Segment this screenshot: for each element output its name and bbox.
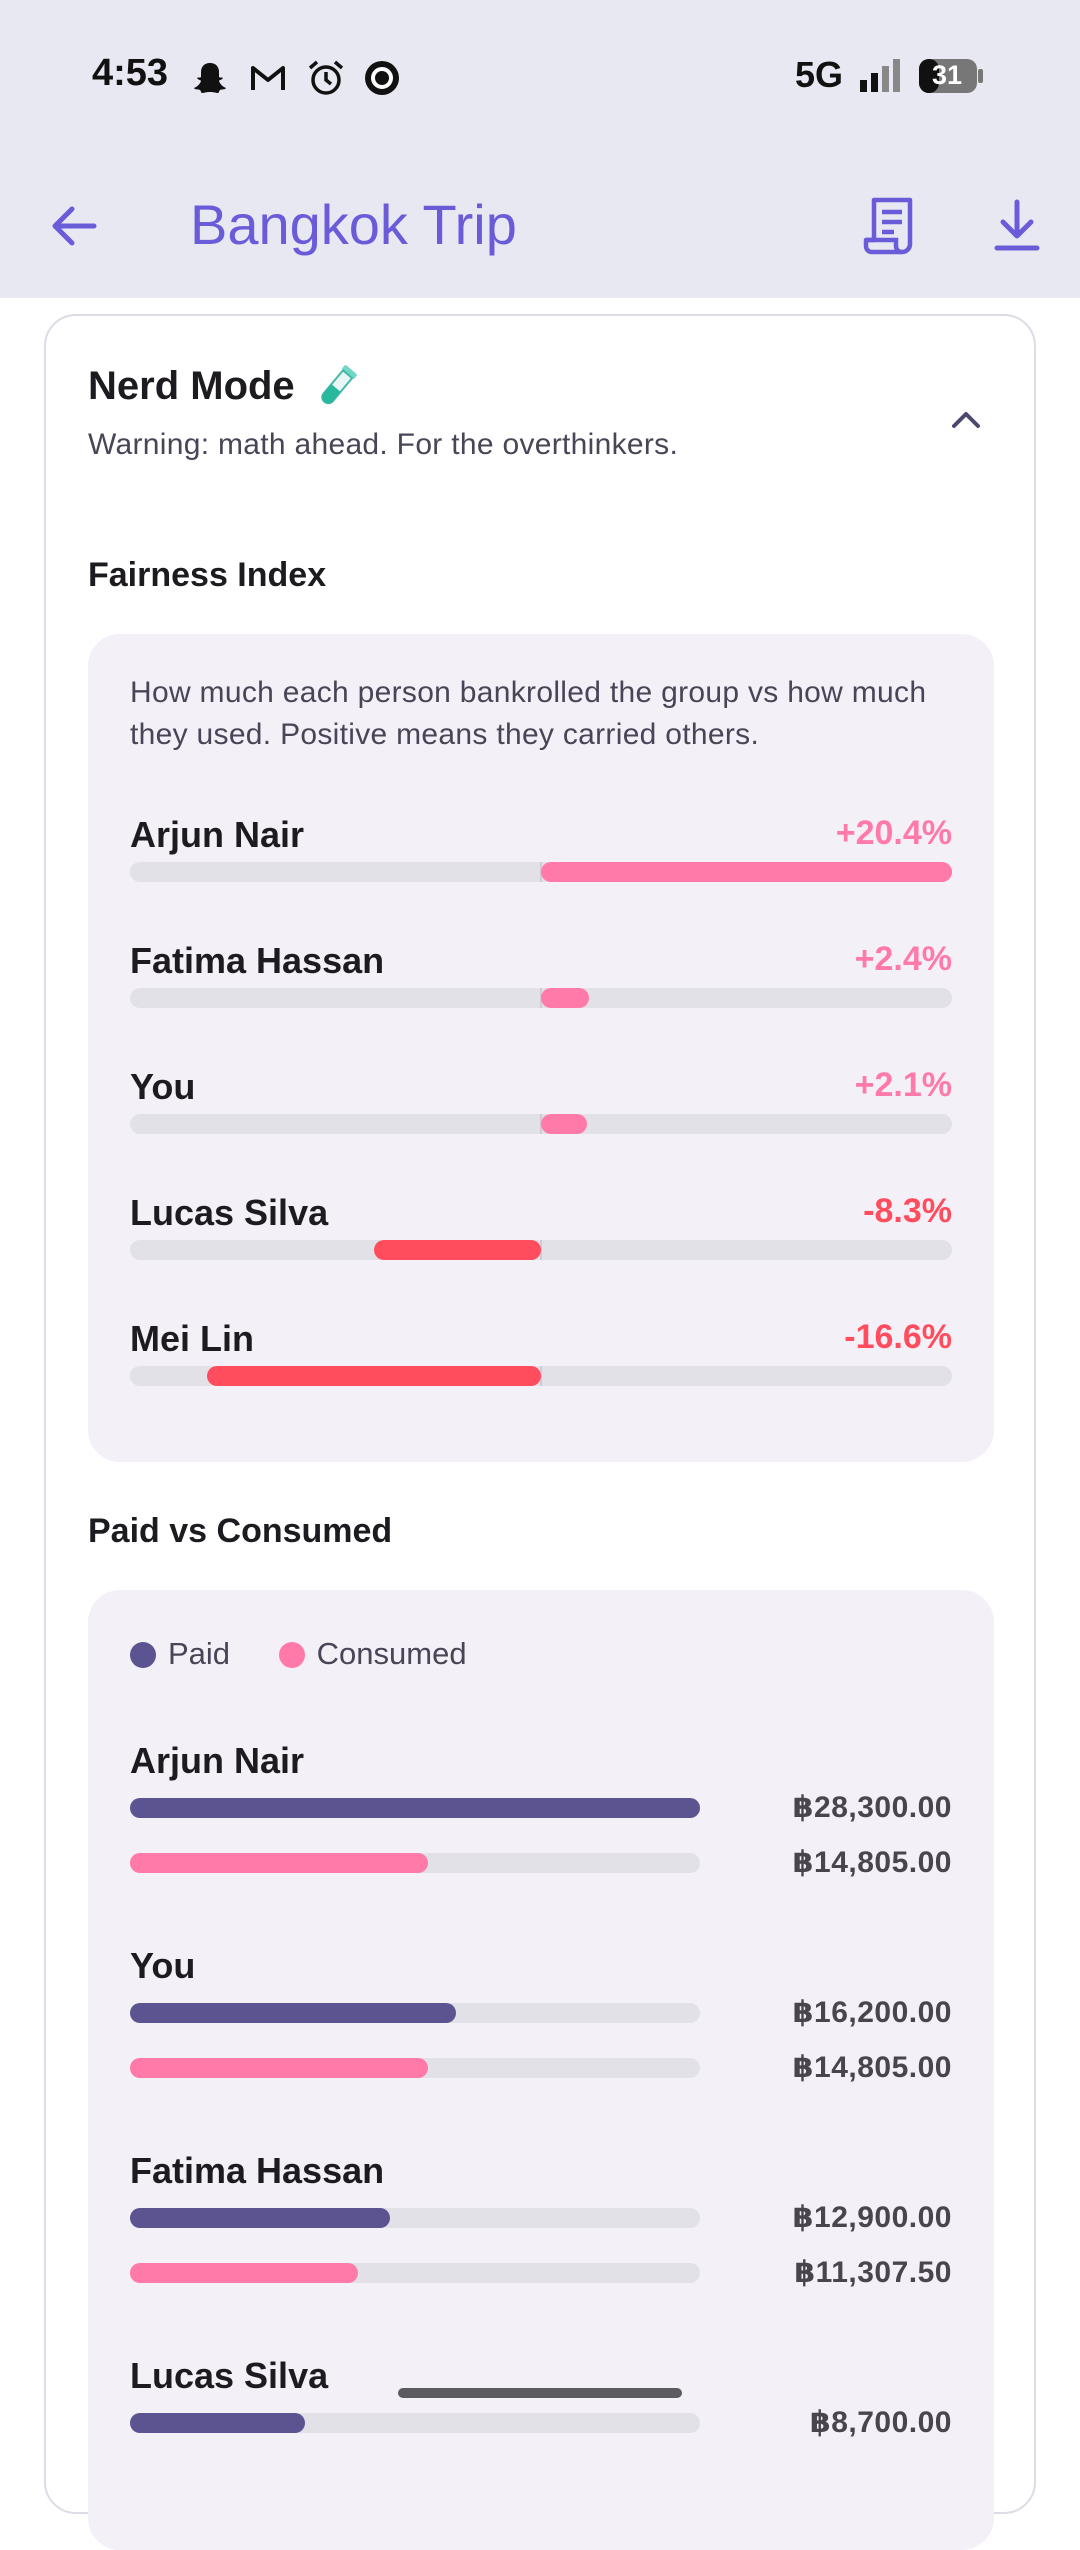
chevron-up-icon[interactable] bbox=[942, 396, 990, 444]
fairness-person-name: Mei Lin bbox=[130, 1318, 254, 1359]
consumed-bar bbox=[130, 1853, 429, 1873]
fairness-percent: +2.1% bbox=[854, 1066, 952, 1104]
fairness-percent: -16.6% bbox=[844, 1318, 952, 1356]
fairness-bar-fill bbox=[541, 862, 952, 882]
download-icon[interactable] bbox=[985, 194, 1049, 258]
status-bar: 4:53 5G 31 bbox=[0, 0, 1080, 150]
paid-bar-track bbox=[130, 2003, 700, 2023]
fairness-person-name: Arjun Nair bbox=[130, 814, 305, 855]
paid-bar bbox=[130, 1798, 700, 1818]
fairness-bar-track bbox=[130, 1240, 952, 1260]
receipt-icon[interactable] bbox=[860, 194, 924, 258]
paid-consumed-row: Arjun Nair ฿28,300.00 ฿14,805.00 bbox=[130, 1740, 952, 1930]
legend-consumed: Consumed bbox=[278, 1636, 467, 1672]
fairness-row: Mei Lin -16.6% bbox=[130, 1318, 952, 1428]
fairness-index-panel: How much each person bankrolled the grou… bbox=[88, 634, 994, 1462]
paid-bar-track bbox=[130, 2208, 700, 2228]
test-tube-icon bbox=[321, 365, 357, 405]
paid-amount: ฿12,900.00 bbox=[792, 2201, 952, 2234]
fairness-percent: +20.4% bbox=[835, 814, 952, 852]
paid-vs-consumed-panel: Paid Consumed Arjun Nair ฿28,300.00 ฿14,80… bbox=[88, 1590, 994, 2550]
battery-level: 31 bbox=[932, 60, 963, 90]
network-type: 5G bbox=[795, 54, 844, 95]
home-indicator[interactable] bbox=[398, 2388, 682, 2398]
paid-amount: ฿8,700.00 bbox=[809, 2406, 952, 2439]
consumed-bar-track bbox=[130, 2263, 700, 2283]
legend-paid: Paid bbox=[130, 1636, 230, 1672]
paid-amount: ฿28,300.00 bbox=[792, 1791, 952, 1824]
fairness-index-title: Fairness Index bbox=[88, 556, 327, 594]
nerd-mode-title: Nerd Mode bbox=[88, 364, 295, 408]
snapchat-icon bbox=[194, 63, 226, 93]
alarm-icon bbox=[308, 60, 344, 95]
fairness-person-name: Fatima Hassan bbox=[130, 940, 385, 981]
consumed-amount: ฿14,805.00 bbox=[792, 2051, 952, 2084]
paid-dot-icon bbox=[130, 1642, 156, 1668]
paid-bar bbox=[130, 2003, 457, 2023]
gmail-icon bbox=[251, 66, 285, 90]
fairness-bar-fill bbox=[541, 988, 590, 1008]
chart-legend: Paid Consumed bbox=[130, 1636, 507, 1676]
signal-icon bbox=[860, 59, 900, 92]
nerd-mode-card: Nerd Mode Warning: math ahead. For the o… bbox=[44, 314, 1036, 2550]
consumed-bar-track bbox=[130, 2058, 700, 2078]
fairness-row: Arjun Nair +20.4% bbox=[130, 814, 952, 924]
consumed-bar bbox=[130, 2058, 429, 2078]
paid-vs-consumed-title: Paid vs Consumed bbox=[88, 1512, 393, 1550]
fairness-bar-fill bbox=[541, 1114, 587, 1134]
status-time: 4:53 bbox=[92, 52, 169, 94]
fairness-person-name: Lucas Silva bbox=[130, 1192, 329, 1233]
back-arrow-icon[interactable] bbox=[44, 196, 104, 256]
paid-consumed-row: You ฿16,200.00 ฿14,805.00 bbox=[130, 1945, 952, 2135]
paid-bar-track bbox=[130, 2413, 700, 2433]
fairness-bar-track bbox=[130, 862, 952, 882]
legend-paid-label: Paid bbox=[168, 1636, 231, 1671]
consumed-bar-track bbox=[130, 1853, 700, 1873]
fairness-row: Lucas Silva -8.3% bbox=[130, 1192, 952, 1302]
nerd-mode-subtitle: Warning: math ahead. For the overthinker… bbox=[88, 428, 679, 461]
paid-bar bbox=[130, 2208, 390, 2228]
record-icon bbox=[365, 61, 399, 95]
consumed-dot-icon bbox=[278, 1642, 305, 1668]
paid-consumed-row: Fatima Hassan ฿12,900.00 ฿11,307.50 bbox=[130, 2150, 952, 2340]
fairness-bar-track bbox=[130, 988, 952, 1008]
app-bar: Bangkok Trip bbox=[0, 170, 1080, 290]
paid-amount: ฿16,200.00 bbox=[792, 1996, 952, 2029]
fairness-row: Fatima Hassan +2.4% bbox=[130, 940, 952, 1050]
paid-bar-track bbox=[130, 1798, 700, 1818]
fairness-bar-fill bbox=[206, 1366, 541, 1386]
fairness-bar-track bbox=[130, 1114, 952, 1134]
person-name: Lucas Silva bbox=[130, 2355, 329, 2396]
consumed-bar bbox=[130, 2263, 358, 2283]
legend-consumed-label: Consumed bbox=[316, 1636, 467, 1671]
consumed-amount: ฿11,307.50 bbox=[794, 2256, 952, 2289]
paid-bar bbox=[130, 2413, 306, 2433]
fairness-description: How much each person bankrolled the grou… bbox=[130, 676, 927, 751]
consumed-amount: ฿14,805.00 bbox=[792, 1846, 952, 1879]
fairness-percent: -8.3% bbox=[863, 1192, 952, 1230]
person-name: Arjun Nair bbox=[130, 1740, 305, 1781]
page-title: Bangkok Trip bbox=[190, 193, 517, 256]
person-name: Fatima Hassan bbox=[130, 2150, 385, 2191]
fairness-percent: +2.4% bbox=[854, 940, 952, 978]
person-name: You bbox=[130, 1945, 196, 1986]
fairness-row: You +2.1% bbox=[130, 1066, 952, 1176]
paid-consumed-row: Lucas Silva ฿8,700.00 bbox=[130, 2355, 952, 2545]
fairness-bar-track bbox=[130, 1366, 952, 1386]
fairness-bar-fill bbox=[373, 1240, 541, 1260]
fairness-person-name: You bbox=[130, 1066, 196, 1107]
battery-icon: 31 bbox=[918, 58, 984, 94]
